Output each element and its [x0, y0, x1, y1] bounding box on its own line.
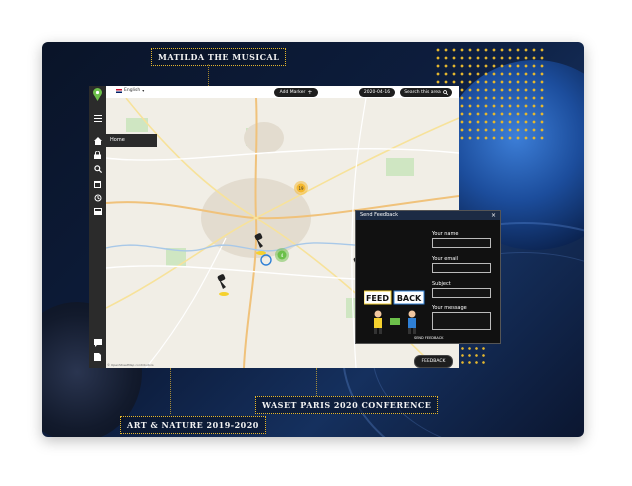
feedback-dialog-header: Send Feedback × [356, 211, 500, 220]
search-area-label: Search this area [404, 90, 441, 95]
email-field[interactable] [432, 263, 491, 273]
name-label: Your name [432, 231, 459, 237]
location-pin-logo-icon[interactable] [91, 87, 104, 102]
cluster-count-center: 4 [281, 253, 284, 258]
language-label: English [124, 88, 141, 93]
event-tag-right: WASET PARIS 2020 CONFERENCE [255, 396, 439, 414]
close-icon[interactable]: × [491, 211, 496, 220]
backdrop: English ▾ Add Marker + 2020-04-16 Search… [42, 42, 584, 437]
illustration-word-feed: FEED [366, 294, 389, 303]
feedback-illustration: FEED BACK [364, 290, 425, 334]
language-selector[interactable]: English ▾ [116, 88, 144, 93]
connector-line-right [316, 368, 317, 396]
add-marker-label: Add Marker [279, 90, 306, 95]
illustration-word-back: BACK [397, 294, 422, 303]
pushpin-marker[interactable] [217, 274, 229, 296]
plus-icon: + [307, 89, 313, 96]
chevron-down-icon: ▾ [142, 88, 145, 93]
menu-icon[interactable] [93, 114, 102, 123]
name-field[interactable] [432, 238, 491, 248]
email-label: Your email [432, 256, 459, 262]
date-button[interactable]: 2020-04-16 [359, 88, 395, 97]
event-tag-left: ART & NATURE 2019-2020 [120, 416, 266, 434]
cluster-marker-top[interactable]: 19 [294, 181, 308, 195]
subject-label: Subject [432, 281, 451, 287]
date-label: 2020-04-16 [363, 90, 391, 95]
connector-line-left [170, 368, 171, 414]
document-icon[interactable] [93, 352, 102, 361]
search-icon[interactable] [93, 164, 102, 173]
connector-line-top [208, 64, 209, 86]
feedback-dialog-title: Send Feedback [360, 212, 398, 218]
search-area-button[interactable]: Search this area [400, 88, 452, 97]
sidebar [89, 86, 106, 368]
cluster-marker-center[interactable]: 4 [275, 248, 289, 262]
feedback-dialog: Send Feedback × Your name Your email Sub… [355, 210, 501, 344]
sidebar-item-home[interactable]: Home [106, 134, 157, 147]
message-field[interactable] [432, 312, 491, 330]
lock-icon[interactable] [93, 150, 102, 159]
uk-flag-icon [116, 88, 122, 93]
feedback-button[interactable]: FEEDBACK [414, 355, 453, 368]
map-attribution: © OpenStreetMap contributors [107, 363, 154, 367]
chat-icon[interactable] [93, 338, 102, 347]
history-icon[interactable] [93, 193, 102, 202]
home-icon[interactable] [93, 136, 102, 145]
event-tag-top: MATILDA THE MUSICAL [151, 48, 287, 66]
inbox-icon[interactable] [93, 207, 102, 216]
subject-field[interactable] [432, 288, 491, 298]
cluster-count-top: 19 [298, 186, 304, 191]
calendar-icon[interactable] [93, 179, 102, 188]
search-icon [442, 90, 448, 95]
message-label: Your message [432, 305, 467, 311]
add-marker-button[interactable]: Add Marker + [274, 88, 318, 97]
send-feedback-button[interactable]: SEND FEEDBACK [414, 336, 443, 340]
